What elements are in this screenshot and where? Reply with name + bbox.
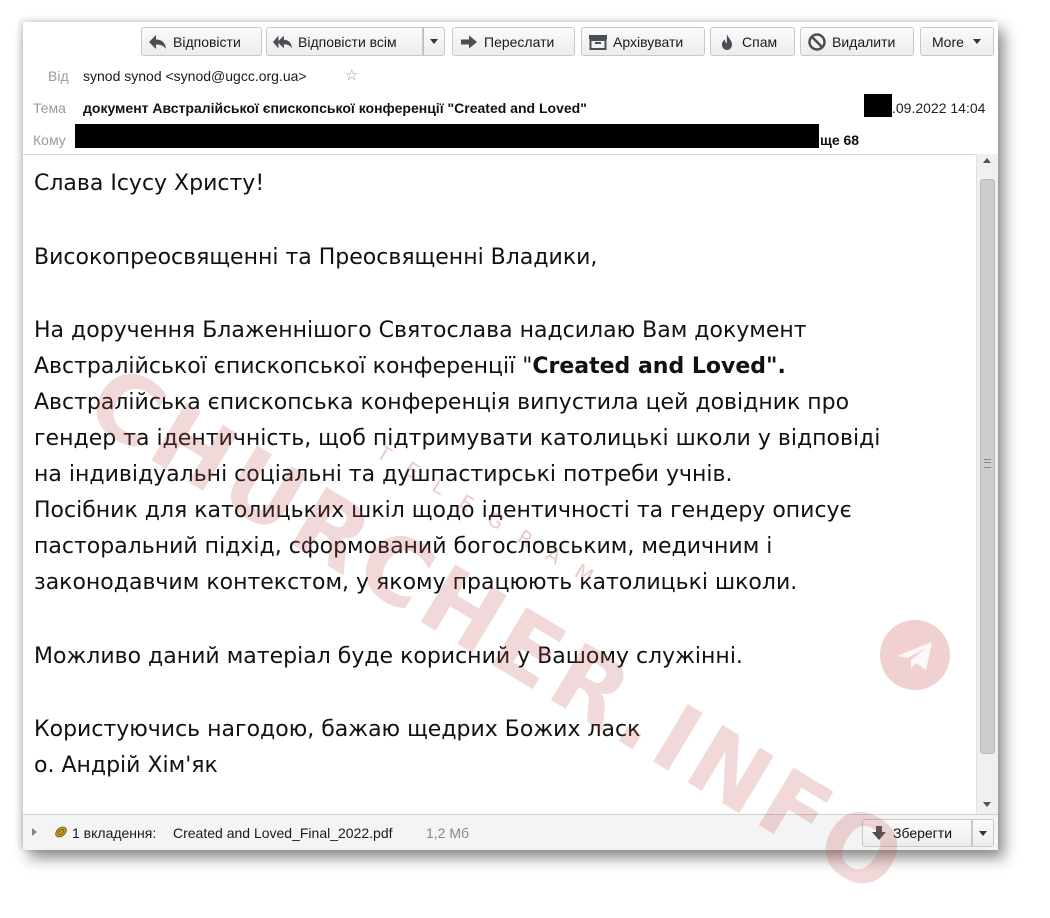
download-arrow-icon bbox=[871, 825, 887, 841]
chevron-down-icon bbox=[430, 39, 438, 44]
signature-line: о. Андрій Хім'як bbox=[34, 753, 218, 778]
salutation-line: Високопреосвященні та Преосвященні Влади… bbox=[34, 245, 598, 270]
reply-arrow-icon bbox=[148, 33, 168, 51]
paperclip-icon bbox=[53, 824, 69, 840]
save-attachment-button[interactable]: Зберегти bbox=[862, 819, 972, 847]
body-line: Можливо даний матеріал буде корисний у В… bbox=[34, 644, 743, 669]
attachment-filename[interactable]: Created and Loved_Final_2022.pdf bbox=[173, 825, 393, 841]
message-scrollbar[interactable] bbox=[976, 154, 998, 814]
reply-button[interactable]: Відповісти bbox=[141, 27, 262, 56]
attachment-size: 1,2 Мб bbox=[426, 825, 470, 841]
subject-label: Тема bbox=[33, 100, 66, 116]
scroll-down-icon[interactable] bbox=[983, 802, 991, 807]
body-line: законодавчим контекстом, у якому працюют… bbox=[34, 570, 798, 595]
message-header: Від synod synod <synod@ugcc.org.ua> ☆ Те… bbox=[23, 62, 998, 154]
message-toolbar: Відповісти Відповісти всім Переслати Арх… bbox=[23, 22, 998, 62]
redacted-recipients bbox=[75, 124, 819, 148]
redacted-date-block bbox=[864, 94, 892, 117]
reply-all-dropdown[interactable] bbox=[423, 27, 445, 56]
body-line: Посібник для католицьких шкіл щодо ідент… bbox=[34, 498, 852, 523]
document-title: Created and Loved". bbox=[532, 354, 786, 379]
spam-button[interactable]: Спам bbox=[710, 27, 795, 56]
body-line: Австралійської єпископської конференції … bbox=[34, 354, 786, 379]
message-body: Слава Ісусу Христу! Високопреосвященні т… bbox=[23, 154, 975, 815]
body-line: Австралійська єпископська конференція ви… bbox=[34, 390, 850, 415]
scroll-up-icon[interactable] bbox=[983, 158, 991, 163]
archive-button[interactable]: Архівувати bbox=[581, 27, 705, 56]
closing-line: Користуючись нагодою, бажаю щедрих Божих… bbox=[34, 717, 641, 742]
chevron-down-icon bbox=[972, 39, 981, 44]
from-address[interactable]: synod synod <synod@ugcc.org.ua> bbox=[83, 68, 307, 84]
forward-arrow-icon bbox=[459, 33, 479, 51]
body-line: гендер та ідентичність, щоб підтримувати… bbox=[34, 426, 881, 451]
flame-icon bbox=[717, 33, 737, 51]
more-recipients-link[interactable]: ще 68 bbox=[820, 132, 859, 148]
attachment-count: 1 вкладення: bbox=[72, 825, 157, 841]
forward-button[interactable]: Переслати bbox=[452, 27, 575, 56]
ban-circle-icon bbox=[807, 32, 827, 51]
reply-all-icon bbox=[273, 33, 293, 51]
star-outline-icon[interactable]: ☆ bbox=[345, 66, 358, 84]
expand-attachments-icon[interactable] bbox=[32, 828, 37, 836]
grip-icon bbox=[984, 459, 991, 468]
body-line: на індивідуальні соціальні та душпастирс… bbox=[34, 462, 733, 487]
to-label: Кому bbox=[33, 132, 66, 148]
message-date: .09.2022 14:04 bbox=[892, 100, 986, 116]
scrollbar-thumb[interactable] bbox=[980, 179, 995, 754]
body-line: На доручення Блаженнішого Святослава над… bbox=[34, 318, 807, 343]
attachment-bar: 1 вкладення: Created and Loved_Final_202… bbox=[23, 814, 998, 850]
body-line: пасторальний підхід, сформований богосло… bbox=[34, 534, 773, 559]
save-dropdown[interactable] bbox=[972, 819, 994, 847]
archive-box-icon bbox=[588, 33, 608, 51]
greeting-line: Слава Ісусу Христу! bbox=[34, 171, 265, 196]
delete-button[interactable]: Видалити bbox=[800, 27, 914, 56]
chevron-down-icon bbox=[979, 830, 987, 836]
more-button[interactable]: More bbox=[920, 27, 994, 56]
subject-text: документ Австралійської єпископської кон… bbox=[83, 100, 587, 116]
email-window: Відповісти Відповісти всім Переслати Арх… bbox=[23, 22, 998, 850]
reply-all-button[interactable]: Відповісти всім bbox=[266, 27, 423, 56]
from-label: Від bbox=[48, 68, 69, 84]
